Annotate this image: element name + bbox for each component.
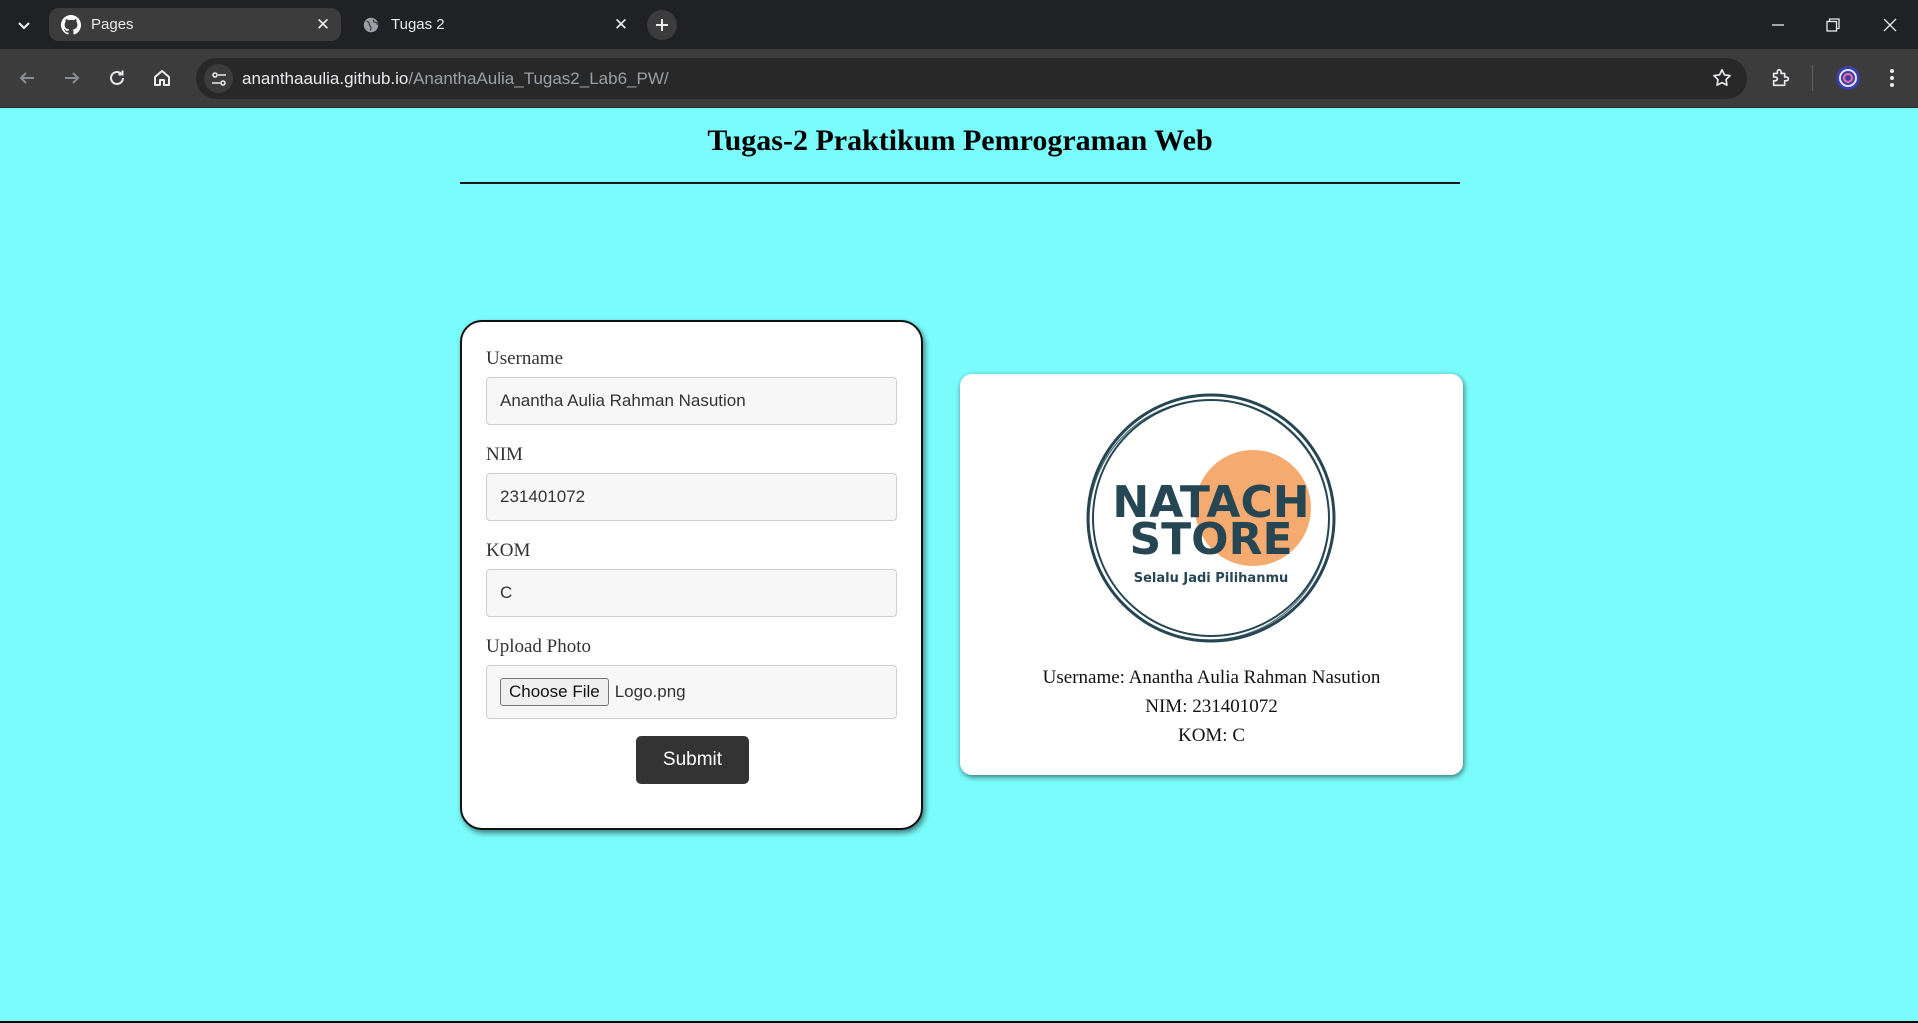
tab-title: Pages — [91, 16, 134, 33]
choose-file-button[interactable]: Choose File — [500, 678, 609, 706]
page-title: Tugas-2 Praktikum Pemrograman Web — [707, 124, 1213, 157]
url-text[interactable]: ananthaaulia.github.io/AnanthaAulia_Tuga… — [242, 69, 669, 89]
result-nim: NIM: 231401072 — [1145, 696, 1278, 717]
upload-photo-label: Upload Photo — [486, 636, 592, 657]
nim-label: NIM — [486, 444, 523, 465]
restore-icon[interactable] — [1818, 10, 1848, 40]
address-bar[interactable]: ananthaaulia.github.io/AnanthaAulia_Tuga… — [196, 58, 1747, 99]
result-card: NATACH STORE Selalu Jadi Pilihanmu Usern… — [960, 374, 1463, 775]
close-tab-icon[interactable]: ✕ — [311, 13, 335, 37]
extensions-puzzle-icon[interactable] — [1766, 63, 1796, 93]
tab-tugas-2[interactable]: Tugas 2 ✕ — [349, 8, 639, 41]
site-info-tune-icon[interactable] — [204, 64, 233, 93]
logo-tagline: Selalu Jadi Pilihanmu — [1134, 571, 1289, 586]
logo-text-store: STORE — [1129, 514, 1292, 565]
browser-menu-kebab-icon[interactable] — [1877, 63, 1907, 93]
title-divider — [460, 182, 1460, 184]
close-window-icon[interactable] — [1875, 10, 1905, 40]
tab-search-chevron-icon[interactable] — [12, 13, 36, 37]
kom-input[interactable]: C — [486, 569, 897, 617]
url-path: /AnanthaAulia_Tugas2_Lab6_PW/ — [408, 69, 669, 88]
student-form: Username Anantha Aulia Rahman Nasution N… — [460, 320, 923, 830]
browser-toolbar: ananthaaulia.github.io/AnanthaAulia_Tuga… — [0, 49, 1918, 108]
result-kom: KOM: C — [1177, 725, 1246, 746]
tab-title: Tugas 2 — [391, 16, 445, 33]
globe-icon — [361, 15, 381, 35]
reload-icon[interactable] — [102, 63, 132, 93]
toolbar-separator — [1812, 65, 1813, 91]
selected-file-name: Logo.png — [614, 682, 686, 701]
forward-arrow-icon[interactable] — [57, 63, 87, 93]
back-arrow-icon[interactable] — [12, 63, 42, 93]
bookmark-star-icon[interactable] — [1711, 67, 1733, 89]
kom-label: KOM — [486, 540, 531, 561]
tab-strip: Pages ✕ Tugas 2 ✕ — [0, 0, 1918, 49]
photo-file-input[interactable]: Choose File Logo.png — [486, 665, 897, 719]
profile-avatar-icon[interactable] — [1833, 63, 1863, 93]
username-label: Username — [486, 348, 564, 369]
close-tab-icon[interactable]: ✕ — [609, 13, 633, 37]
home-icon[interactable] — [147, 63, 177, 93]
tab-pages[interactable]: Pages ✕ — [49, 8, 341, 41]
username-input[interactable]: Anantha Aulia Rahman Nasution — [486, 377, 897, 425]
nim-input[interactable]: 231401072 — [486, 473, 897, 521]
natach-store-logo: NATACH STORE Selalu Jadi Pilihanmu — [1086, 393, 1336, 643]
new-tab-plus-icon[interactable] — [647, 10, 677, 40]
minimize-icon[interactable] — [1763, 10, 1793, 40]
github-icon — [61, 14, 81, 35]
result-username: Username: Anantha Aulia Rahman Nasution — [1042, 667, 1381, 688]
submit-button[interactable]: Submit — [636, 736, 749, 784]
url-host: ananthaaulia.github.io — [242, 69, 409, 88]
